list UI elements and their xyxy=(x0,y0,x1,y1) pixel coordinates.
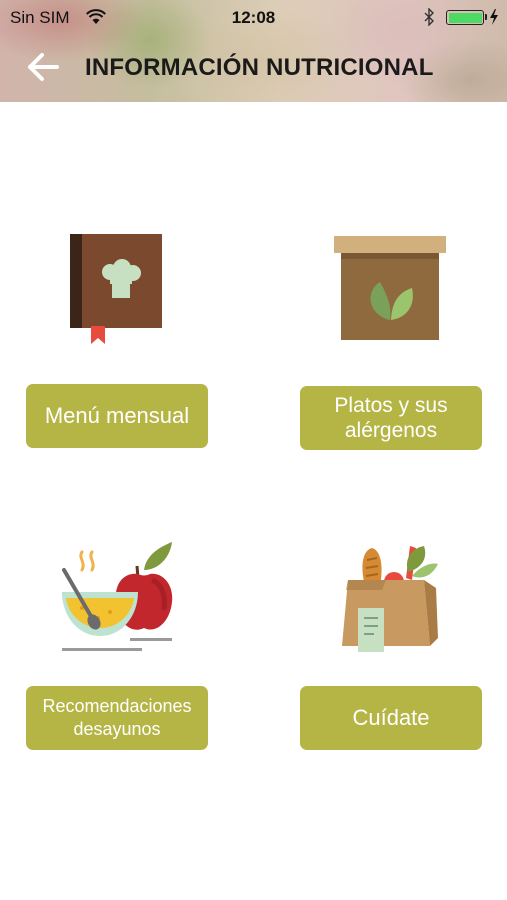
cuidate-button[interactable]: Cuídate xyxy=(300,686,482,750)
menu-mensual-label: Menú mensual xyxy=(44,403,190,428)
box-with-leaves-icon xyxy=(334,236,446,340)
recomendaciones-desayunos-button[interactable]: Recomendaciones desayunos xyxy=(26,686,208,750)
arrow-left-icon xyxy=(28,53,59,81)
battery-tip xyxy=(485,14,487,20)
battery-level xyxy=(448,12,482,23)
platos-alergenos-button[interactable]: Platos y sus alérgenos xyxy=(300,386,482,450)
cuidate-label: Cuídate xyxy=(352,705,430,730)
menu-mensual-button[interactable]: Menú mensual xyxy=(26,384,208,448)
status-bar: Sin SIM 12:08 xyxy=(0,0,507,34)
soup-bowl-and-apple-icon xyxy=(62,542,173,651)
back-button[interactable] xyxy=(24,50,62,84)
platos-alergenos-label: Platos y sus alérgenos xyxy=(334,394,448,442)
bluetooth-icon xyxy=(424,8,434,26)
battery-icon xyxy=(446,10,484,25)
charging-icon xyxy=(490,9,498,25)
recipe-book-chef-hat-icon xyxy=(70,234,162,344)
page-title: INFORMACIÓN NUTRICIONAL xyxy=(85,54,434,81)
recomendaciones-desayunos-label: Recomendaciones desayunos xyxy=(42,696,192,739)
grocery-bag-icon xyxy=(342,546,438,652)
